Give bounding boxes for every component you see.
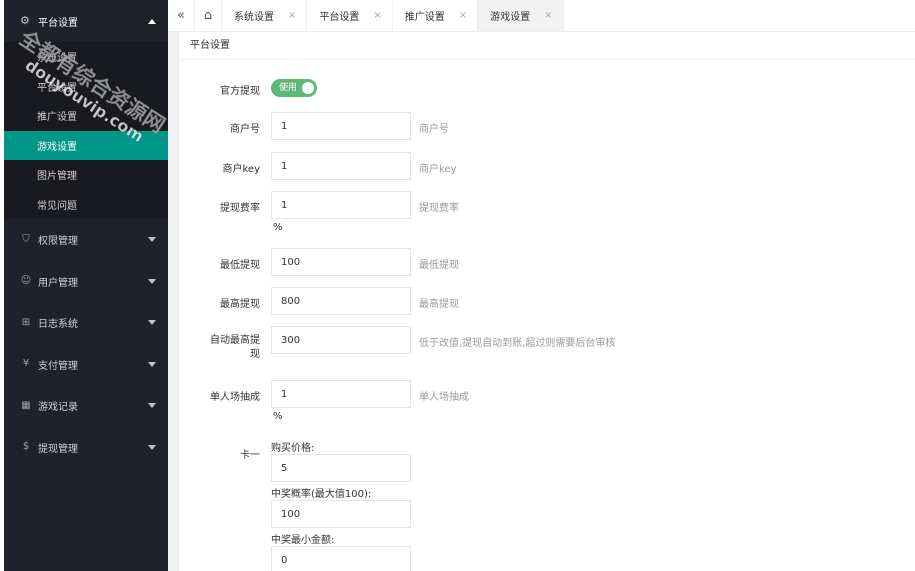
sidebar-subnav: 系统设置 平台设置 推广设置 游戏设置 图片管理 常见问题 [4, 42, 168, 219]
tab-label: 平台设置 [319, 12, 360, 23]
field-label: 最低提现 [220, 260, 260, 271]
sidebar-item-label: 推广设置 [37, 112, 77, 124]
max-withdraw-input[interactable] [271, 287, 411, 315]
toggle-knob [302, 82, 314, 94]
sidebar-item-label: 常见问题 [37, 200, 77, 212]
official-withdraw-toggle[interactable]: 使用 [271, 79, 317, 97]
close-icon[interactable]: × [373, 10, 381, 21]
sidebar-item-platform-settings[interactable]: 平台设置 [4, 72, 168, 102]
toggle-text: 使用 [279, 83, 298, 93]
tab-game-settings[interactable]: 游戏设置 × [478, 0, 564, 31]
card-probability-input[interactable] [271, 500, 411, 528]
sidebar-group-label: 用户管理 [38, 277, 78, 289]
sidebar-item-label: 平台设置 [37, 82, 77, 94]
field-label-line: 自动最高提 [210, 335, 260, 346]
close-icon[interactable]: × [544, 10, 552, 21]
field-hint: 最低提现 [419, 260, 459, 271]
field-label: 自动最高提 现 [179, 334, 260, 362]
field-label: 卡一 [240, 450, 260, 461]
tab-system-settings[interactable]: 系统设置 × [222, 0, 308, 31]
game-icon: ▦ [21, 399, 31, 411]
dollar-icon: $ [22, 441, 30, 453]
sidebar-item-game-settings[interactable]: 游戏设置 [4, 130, 168, 160]
double-chevron-left-icon: « [177, 8, 185, 23]
collapse-button[interactable]: « [168, 0, 195, 31]
sidebar-group-payments[interactable]: ¥ 支付管理 [4, 344, 168, 386]
sidebar-group-label: 平台设置 [38, 17, 78, 29]
home-button[interactable]: ⌂ [195, 0, 222, 31]
close-icon[interactable]: × [288, 10, 296, 21]
chevron-down-icon [148, 361, 156, 367]
merchant-no-input[interactable] [271, 112, 411, 140]
field-hint: 商户号 [419, 124, 449, 135]
tabs-bar: « ⌂ 系统设置 × 平台设置 × 推广设置 × 游戏设置 × [168, 0, 915, 32]
field-label: 提现费率 [220, 203, 260, 214]
sidebar: ⚙ 平台设置 系统设置 平台设置 推广设置 游戏设置 图片管理 常见问题 ⛉ 权… [4, 0, 168, 571]
chevron-down-icon [148, 320, 156, 326]
sidebar-item-faq[interactable]: 常见问题 [4, 190, 168, 220]
sidebar-group-logs[interactable]: ⊞ 日志系统 [4, 302, 168, 344]
user-icon: ☺ [20, 275, 32, 287]
sidebar-group-label: 游戏记录 [38, 402, 78, 414]
tab-promotion-settings[interactable]: 推广设置 × [393, 0, 479, 31]
card-price-label: 购买价格: [271, 443, 315, 454]
log-icon: ⊞ [21, 316, 31, 328]
sidebar-item-label: 系统设置 [37, 53, 77, 65]
chevron-down-icon [148, 444, 156, 450]
field-hint: 单人场抽成 [419, 392, 469, 403]
sidebar-group-label: 支付管理 [38, 360, 78, 372]
sidebar-group-platform-settings[interactable]: ⚙ 平台设置 [4, 0, 168, 42]
sidebar-group-label: 日志系统 [38, 319, 78, 331]
tab-platform-settings[interactable]: 平台设置 × [307, 0, 393, 31]
field-label: 官方提现 [220, 86, 260, 97]
auto-max-withdraw-input[interactable] [271, 326, 411, 354]
chevron-down-icon [148, 237, 156, 243]
min-withdraw-input[interactable] [271, 248, 411, 276]
withdraw-fee-input[interactable] [271, 191, 411, 219]
field-label-line: 现 [250, 349, 260, 360]
yen-icon: ¥ [22, 358, 30, 370]
card-min-amount-label: 中奖最小金额: [271, 535, 335, 546]
percent-unit: % [273, 411, 283, 422]
sidebar-group-withdrawals[interactable]: $ 提现管理 [4, 427, 168, 469]
sidebar-item-image-management[interactable]: 图片管理 [4, 160, 168, 190]
sidebar-group-label: 提现管理 [38, 443, 78, 455]
main-content: 平台设置 官方提现 使用 商户号 商户号 商户key 商户key 提现费率 提现… [178, 32, 915, 571]
card-price-input[interactable] [271, 454, 411, 482]
chevron-down-icon [148, 403, 156, 409]
shield-icon: ⛉ [22, 233, 30, 245]
field-label: 单人场抽成 [210, 392, 260, 403]
sidebar-group-label: 权限管理 [38, 236, 78, 248]
page-title: 平台设置 [179, 32, 915, 60]
merchant-key-input[interactable] [271, 152, 411, 180]
layout-gap [168, 0, 178, 571]
single-commission-input[interactable] [271, 380, 411, 408]
home-icon: ⌂ [203, 8, 213, 23]
field-hint: 提现费率 [419, 203, 459, 214]
sidebar-item-promotion-settings[interactable]: 推广设置 [4, 101, 168, 131]
field-label: 商户号 [230, 124, 260, 135]
card-min-amount-input[interactable] [271, 546, 411, 571]
percent-unit: % [273, 222, 283, 233]
close-icon[interactable]: × [459, 10, 467, 21]
gear-icon: ⚙ [20, 14, 30, 27]
chevron-down-icon [148, 278, 156, 284]
field-hint: 低于改值,提现自动到账,超过则需要后台审核 [419, 338, 616, 349]
sidebar-item-label: 游戏设置 [37, 141, 77, 153]
field-hint: 商户key [419, 164, 457, 175]
sidebar-item-label: 图片管理 [37, 171, 77, 183]
caret-up-icon [148, 18, 156, 24]
field-hint: 最高提现 [419, 299, 459, 310]
tab-label: 系统设置 [234, 12, 274, 23]
sidebar-item-system-settings[interactable]: 系统设置 [4, 42, 168, 72]
field-label: 最高提现 [220, 299, 260, 310]
sidebar-group-permissions[interactable]: ⛉ 权限管理 [4, 219, 168, 261]
field-label: 商户key [222, 164, 260, 175]
card-probability-label: 中奖概率(最大值100): [271, 489, 372, 500]
sidebar-group-users[interactable]: ☺ 用户管理 [4, 261, 168, 303]
tab-label: 游戏设置 [490, 12, 531, 23]
sidebar-group-game-records[interactable]: ▦ 游戏记录 [4, 385, 168, 427]
tab-label: 推广设置 [404, 12, 445, 23]
